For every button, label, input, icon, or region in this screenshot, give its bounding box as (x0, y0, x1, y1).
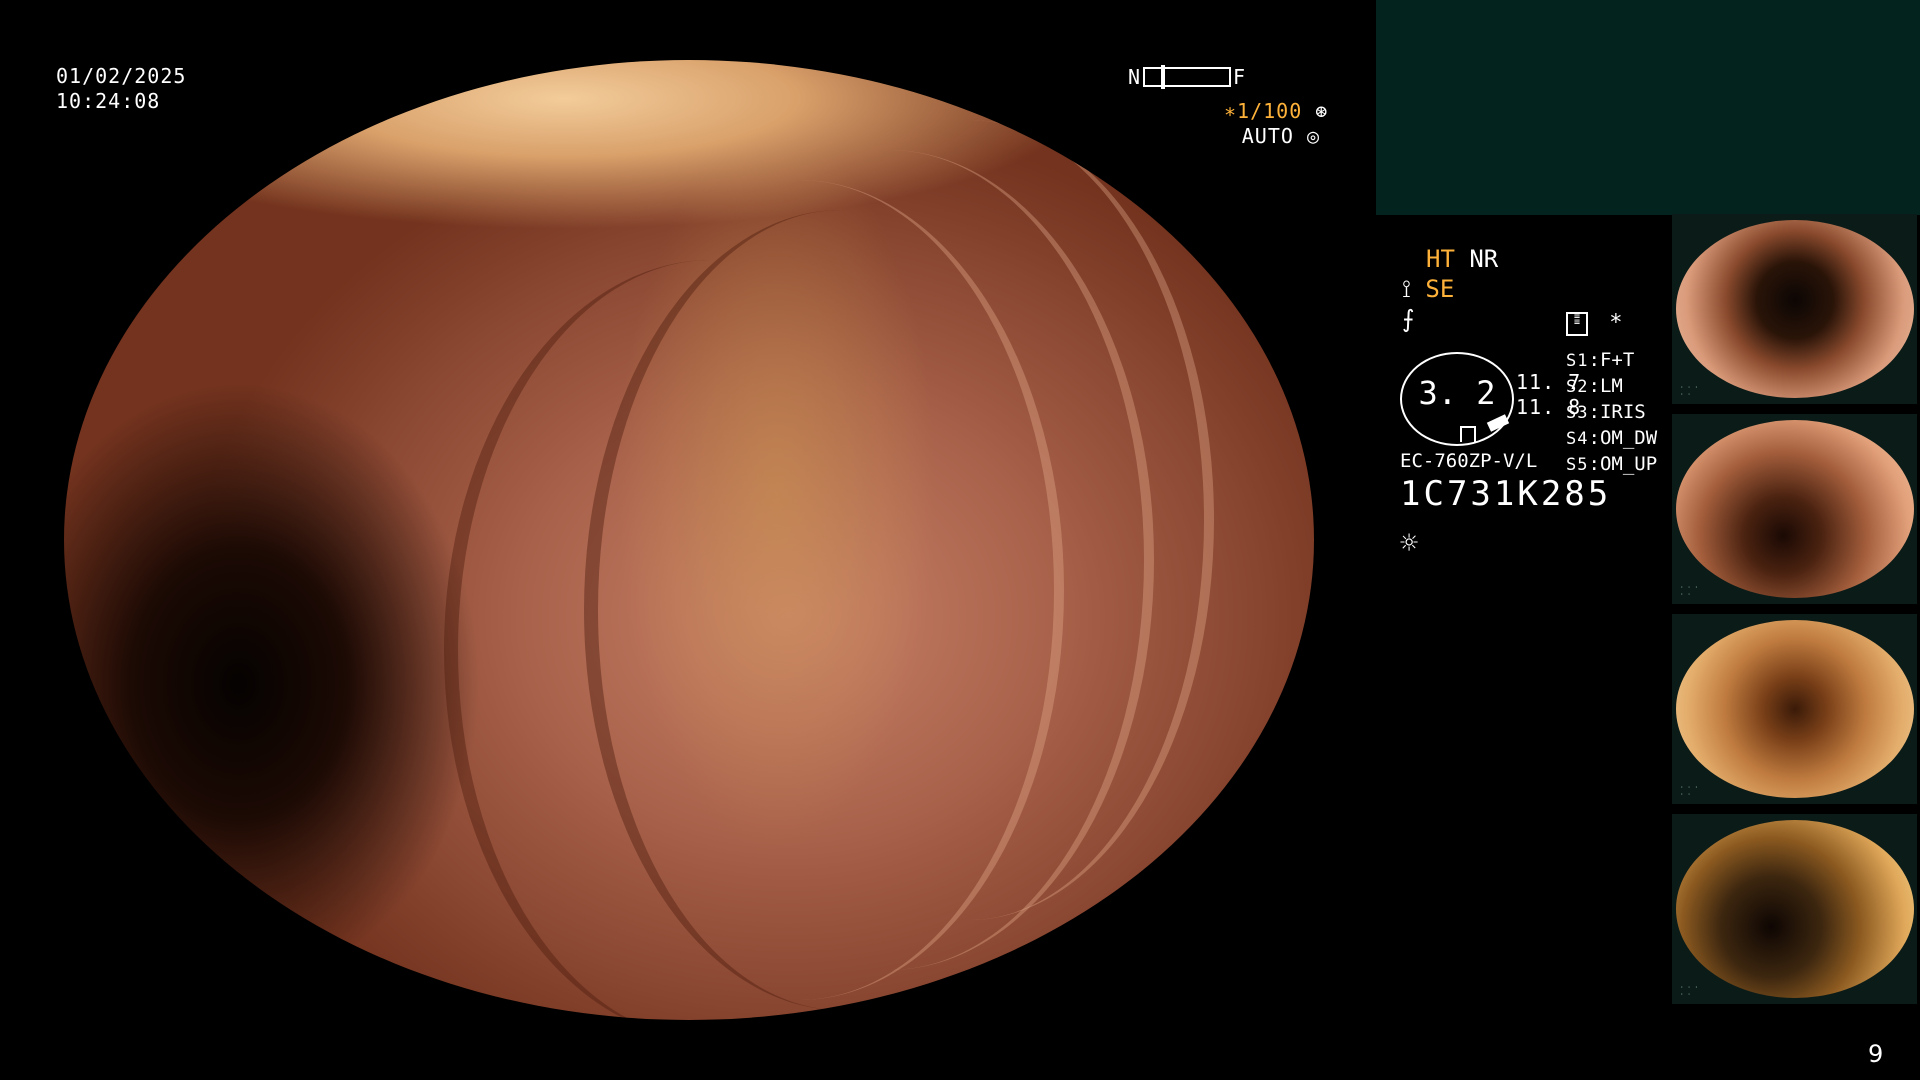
date-text: 01/02/2025 (56, 64, 187, 88)
thumbnail-2[interactable]: · · · · · (1672, 414, 1917, 604)
teal-info-panel (1376, 0, 1920, 215)
focus-far-label: F (1233, 64, 1247, 89)
switch-row: S4:OM_DW (1566, 427, 1658, 449)
thumbnail-meta: · · · · · (1680, 984, 1699, 998)
switch-list: S1:F+T S2:LM S3:IRIS S4:OM_DW S5:OM_UP (1566, 348, 1657, 478)
scope-model: EC-760ZP-V/L (1400, 450, 1538, 472)
focus-indicator: N F (1128, 64, 1246, 90)
exposure-info: ∗1/100 ⊛ AUTO ◎ (1224, 99, 1327, 149)
mode-ht: HT (1426, 245, 1455, 273)
page-number: 9 (1868, 1040, 1884, 1068)
switch-row: S1:F+T (1566, 349, 1635, 371)
memo-area: ≡ ≡ ∗ (1566, 306, 1623, 336)
switch-row: S3:IRIS (1566, 401, 1646, 423)
thumbnail-image (1676, 620, 1914, 798)
memo-icon: ≡ ≡ (1566, 312, 1588, 336)
mode-se: SE (1425, 275, 1455, 303)
iris-icon: ◎ (1306, 124, 1320, 148)
shutter-text: ∗1/100 (1224, 99, 1303, 123)
dial-needle (1486, 414, 1510, 432)
shutter-icon: ⊛ (1315, 99, 1329, 123)
mode-indicators: HT NR ⟟ SE ⨍ (1402, 244, 1498, 334)
focus-near-label: N (1128, 64, 1142, 89)
thumbnail-image (1676, 820, 1914, 998)
iris-mode-text: AUTO (1241, 124, 1294, 148)
thumbnail-meta: · · · · · (1680, 784, 1699, 798)
focus-bar-marker (1161, 65, 1166, 89)
thumbnail-3[interactable]: · · · · · (1672, 614, 1917, 804)
zoom-dial: 3. 2 (1400, 352, 1514, 446)
thumbnail-meta: · · · · · (1680, 584, 1699, 598)
time-text: 10:24:08 (56, 89, 161, 113)
switch-row: S2:LM (1566, 375, 1623, 397)
focus-bar (1143, 65, 1232, 89)
scope-serial: 1C731K285 (1400, 474, 1612, 514)
structure-enhance-icon: ⟟ (1402, 275, 1411, 303)
freeze-icon: ⨍ (1402, 305, 1415, 333)
zoom-value: 3. 2 (1418, 374, 1496, 412)
thumbnail-4[interactable]: · · · · · (1672, 814, 1917, 1004)
main-endoscope-view (64, 60, 1314, 1020)
mode-nr: NR (1469, 245, 1499, 273)
light-icon: ☼ (1400, 526, 1419, 561)
asterisk-mark: ∗ (1609, 306, 1623, 331)
fold-shadow (584, 210, 1098, 1010)
thumbnail-image (1676, 420, 1914, 598)
date-time: 01/02/2025 10:24:08 (56, 64, 186, 114)
thumbnail-1[interactable]: · · · · · (1672, 214, 1917, 404)
thumbnail-image (1676, 220, 1914, 398)
dial-tab (1460, 426, 1476, 442)
thumbnail-meta: · · · · · (1680, 384, 1699, 398)
